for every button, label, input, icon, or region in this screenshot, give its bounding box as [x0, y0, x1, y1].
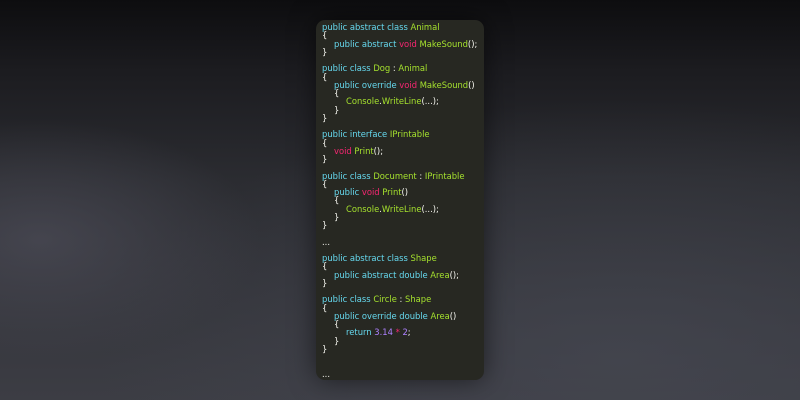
- code-token: Console: [346, 203, 380, 214]
- code-line: public void Print(): [322, 188, 480, 196]
- code-token: }: [334, 211, 340, 222]
- code-token: }: [322, 220, 328, 230]
- code-line: public abstract double Area();: [322, 269, 480, 280]
- code-token: Console: [346, 96, 380, 107]
- code-token: {: [322, 178, 328, 189]
- code-line: }: [322, 114, 480, 122]
- code-line: }: [322, 104, 480, 115]
- code-line: public interface IPrintable: [322, 130, 480, 138]
- code-token: (): [468, 79, 475, 90]
- code-token: Document: [373, 170, 417, 181]
- code-token: public abstract class: [322, 253, 411, 263]
- code-panel: public abstract class Animal{public abst…: [316, 20, 484, 380]
- code-line: Console.WriteLine(...);: [322, 97, 480, 105]
- code-token: }: [322, 112, 328, 123]
- code-token: Shape: [410, 253, 437, 263]
- code-token: public override: [334, 79, 400, 90]
- code-token: Area: [430, 269, 450, 280]
- code-line: }: [322, 345, 480, 353]
- code-token: void: [334, 145, 355, 156]
- code-token: public abstract class: [322, 22, 411, 32]
- code-line: }: [322, 48, 480, 56]
- code-token: public interface: [322, 129, 390, 140]
- code-token: (...);: [421, 96, 439, 107]
- code-line: public override double Area(): [322, 312, 480, 320]
- code-token: return: [346, 327, 375, 338]
- code-token: {: [334, 319, 340, 329]
- code-token: public override double: [334, 310, 431, 321]
- code-token: ();: [373, 145, 384, 156]
- code-token: Print: [354, 145, 374, 156]
- code-token: (...);: [421, 203, 439, 214]
- code-token: void: [399, 38, 420, 49]
- code-line: public abstract void MakeSound();: [322, 38, 480, 49]
- code-token: {: [322, 137, 328, 148]
- code-token: WriteLine: [381, 96, 422, 107]
- code-line: public class Document : IPrintable: [322, 170, 480, 181]
- code-token: MakeSound: [419, 38, 468, 49]
- code-token: WriteLine: [381, 203, 422, 214]
- code-token: Circle: [373, 294, 397, 305]
- code-line: void Print();: [322, 147, 480, 155]
- code-token: ;: [407, 327, 411, 338]
- code-line: public abstract class Animal: [322, 23, 480, 31]
- code-token: public class: [322, 170, 374, 181]
- code-token: }: [334, 335, 340, 346]
- code-token: void: [399, 79, 420, 90]
- code-line: return 3.14 * 2;: [322, 328, 480, 336]
- code-line: Console.WriteLine(...);: [322, 203, 480, 214]
- code-line: }: [322, 335, 480, 346]
- code-token: public abstract: [334, 38, 400, 49]
- code-token: }: [334, 104, 340, 115]
- code-line: }: [322, 221, 480, 229]
- code-token: }: [322, 343, 328, 354]
- code-token: {: [334, 88, 340, 98]
- code-token: 3.14: [374, 327, 393, 338]
- code-line: public override void MakeSound(): [322, 81, 480, 89]
- code-token: Shape: [405, 294, 432, 305]
- code-token: {: [334, 195, 340, 206]
- code-line: }: [322, 155, 480, 163]
- code-token: Dog: [373, 63, 391, 74]
- code-token: IPrintable: [424, 170, 465, 181]
- code-token: ();: [449, 269, 459, 280]
- code-token: void: [361, 187, 383, 197]
- code-token: ...: [322, 368, 330, 379]
- code-token: Animal: [398, 63, 428, 74]
- code-token: :: [416, 170, 425, 181]
- code-token: {: [322, 71, 328, 82]
- code-line: }: [322, 213, 480, 221]
- code-token: IPrintable: [389, 129, 430, 140]
- code-token: (): [401, 187, 409, 197]
- code-token: {: [322, 30, 328, 41]
- code-token: Print: [382, 187, 402, 197]
- code-token: {: [322, 302, 328, 313]
- code-line: ...: [322, 236, 480, 247]
- code-line: public class Circle : Shape: [322, 295, 480, 303]
- code-token: public class: [322, 63, 374, 74]
- code-token: public abstract double: [334, 269, 431, 280]
- code-token: {: [322, 261, 328, 272]
- code-token: ...: [322, 236, 330, 247]
- code-token: (): [449, 310, 457, 321]
- code-line: public abstract class Shape: [322, 254, 480, 262]
- code-token: MakeSound: [419, 79, 469, 90]
- code-line: ...: [322, 368, 480, 379]
- code-line: public class Dog : Animal: [322, 64, 480, 72]
- code-token: }: [322, 46, 328, 57]
- code-token: Area: [430, 310, 450, 321]
- code-token: ();: [467, 38, 478, 49]
- code-lines: public abstract class Animal{public abst…: [322, 23, 480, 378]
- code-token: Animal: [410, 22, 440, 32]
- code-token: :: [396, 294, 406, 305]
- code-token: }: [322, 154, 328, 164]
- code-token: }: [322, 277, 328, 288]
- code-line: }: [322, 279, 480, 287]
- code-token: public class: [322, 294, 374, 305]
